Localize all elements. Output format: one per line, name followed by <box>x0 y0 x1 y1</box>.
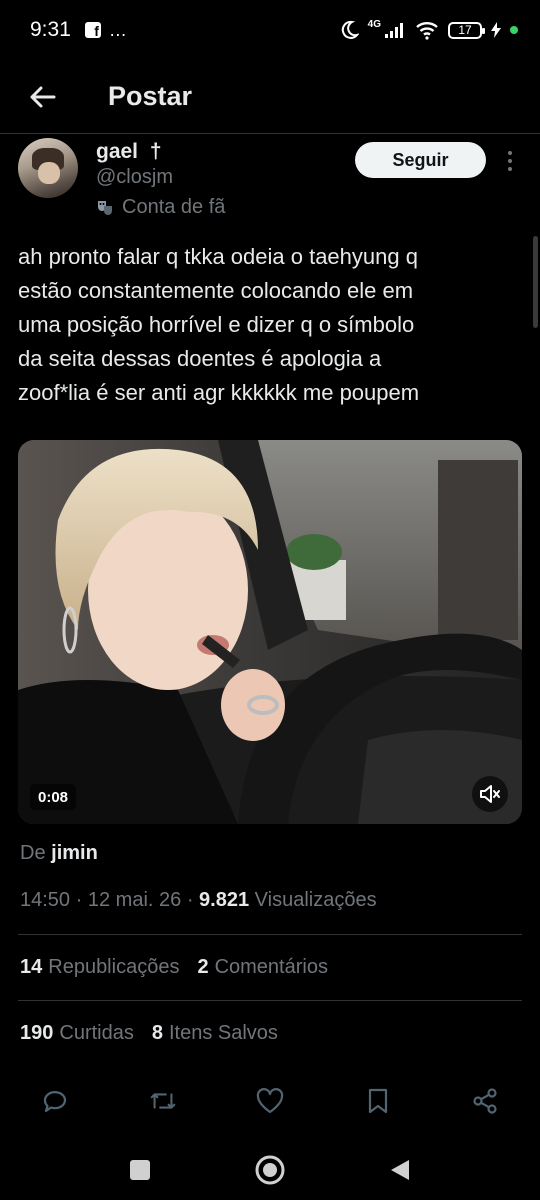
video-source-name[interactable]: jimin <box>51 842 98 864</box>
divider <box>18 934 522 935</box>
video-source-prefix: De <box>20 842 46 864</box>
privacy-dot <box>510 26 518 34</box>
divider <box>18 1000 522 1001</box>
meta-separator: · <box>75 889 83 911</box>
bookmark-icon <box>368 1088 387 1114</box>
fan-account-label: Conta de fã <box>122 196 226 218</box>
status-indicators: 4G 17 <box>339 18 518 40</box>
post-header: Postar <box>0 60 540 134</box>
arrow-left-icon <box>30 86 56 107</box>
reply-button[interactable] <box>40 1086 70 1116</box>
speaker-muted-icon <box>480 785 500 803</box>
circle-icon <box>255 1155 285 1185</box>
stats-row-reposts: 14 Republicações 2 Comentários <box>20 956 328 979</box>
moon-icon <box>341 20 359 39</box>
dot <box>508 159 512 163</box>
reply-icon <box>43 1091 67 1113</box>
like-icon <box>256 1088 284 1114</box>
bookmarks-label: Itens Salvos <box>168 1022 278 1044</box>
network-type: 4G <box>367 18 381 30</box>
facebook-icon: f <box>84 22 101 38</box>
status-bar: 9:31 f … 4G 17 <box>0 0 540 60</box>
charging-icon <box>491 22 501 38</box>
video-duration: 0:08 <box>30 784 77 810</box>
theater-masks-icon <box>98 200 112 215</box>
video-source: De jimin <box>20 842 98 865</box>
repost-icon <box>150 1093 175 1109</box>
home-button[interactable] <box>250 1150 290 1190</box>
post-time[interactable]: 14:50 <box>20 889 70 911</box>
back-nav-button[interactable] <box>380 1150 420 1190</box>
reposts-label: Republicações <box>48 956 180 978</box>
action-bar <box>0 1086 540 1122</box>
notification-overflow: … <box>108 19 128 40</box>
author-name-symbol: † <box>149 140 162 163</box>
comments-label: Comentários <box>214 956 328 978</box>
stats-row-likes: 190 Curtidas 8 Itens Salvos <box>20 1022 278 1045</box>
avatar[interactable] <box>18 138 78 198</box>
bookmarks-stat[interactable]: 8 Itens Salvos <box>152 1022 278 1045</box>
mute-toggle-button[interactable] <box>472 776 508 812</box>
video-frame <box>18 440 522 824</box>
system-nav-bar <box>0 1140 540 1200</box>
repost-button[interactable] <box>148 1086 178 1116</box>
status-time: 9:31 <box>30 18 71 41</box>
likes-label: Curtidas <box>59 1022 134 1044</box>
signal-icon <box>385 23 403 38</box>
back-button[interactable] <box>12 67 72 127</box>
post-meta: 14:50 · 12 mai. 26 · 9.821 Visualizações <box>20 889 377 912</box>
likes-count: 190 <box>20 1022 54 1044</box>
post-date[interactable]: 12 mai. 26 <box>88 889 181 911</box>
comments-stat[interactable]: 2 Comentários <box>197 956 328 979</box>
wifi-icon <box>416 22 438 40</box>
share-button[interactable] <box>470 1086 500 1116</box>
fan-account-badge: Conta de fã <box>96 196 225 219</box>
video-player[interactable]: 0:08 <box>18 440 522 824</box>
dot <box>508 151 512 155</box>
author-name: gael <box>96 140 139 163</box>
views-count: 9.821 <box>199 889 250 911</box>
page-title: Postar <box>108 81 193 111</box>
author-block: gael † @closjm Conta de fã Seguir <box>0 134 540 230</box>
reposts-stat[interactable]: 14 Republicações <box>20 956 179 979</box>
author-handle[interactable]: @closjm <box>96 166 173 189</box>
likes-stat[interactable]: 190 Curtidas <box>20 1022 134 1045</box>
like-button[interactable] <box>255 1086 285 1116</box>
battery-indicator: 17 <box>448 21 485 39</box>
dot <box>508 167 512 171</box>
bookmark-button[interactable] <box>363 1086 393 1116</box>
author-name-row[interactable]: gael † <box>96 140 162 164</box>
tweet-text: ah pronto falar q tkka odeia o taehyung … <box>18 244 420 405</box>
share-icon <box>473 1088 497 1114</box>
more-options-button[interactable] <box>500 146 520 176</box>
views-label: Visualizações <box>254 889 377 911</box>
follow-button[interactable]: Seguir <box>355 142 486 178</box>
square-icon <box>130 1160 150 1180</box>
meta-separator: · <box>186 889 194 911</box>
reposts-count: 14 <box>20 956 43 978</box>
recents-button[interactable] <box>120 1150 160 1190</box>
bookmarks-count: 8 <box>151 1022 163 1044</box>
comments-count: 2 <box>197 956 209 978</box>
scrollbar-thumb[interactable] <box>533 236 538 328</box>
triangle-back-icon <box>391 1160 409 1180</box>
